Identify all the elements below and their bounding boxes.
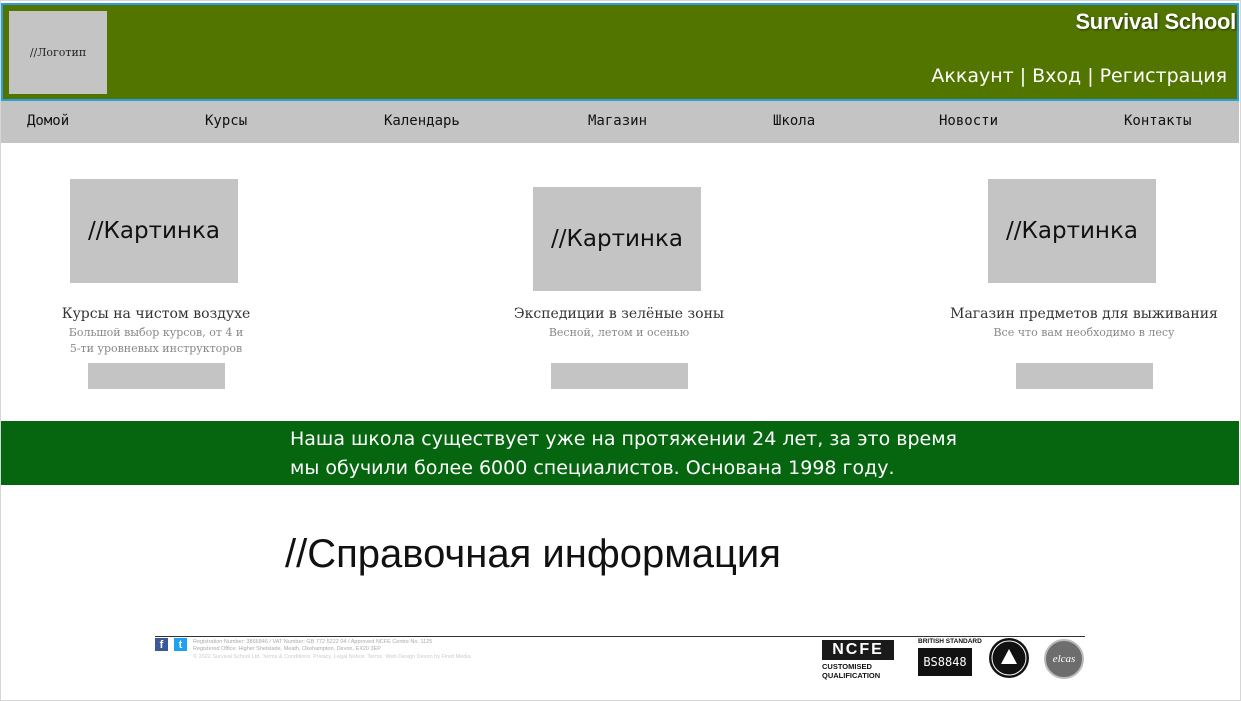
card-button-expeditions[interactable] bbox=[551, 363, 688, 389]
auth-separator: | bbox=[1019, 65, 1027, 87]
nav-item-courses[interactable]: Курсы bbox=[205, 113, 247, 129]
card-title-shop: Магазин предметов для выживания bbox=[950, 306, 1218, 322]
nav-item-shop[interactable]: Магазин bbox=[588, 113, 647, 129]
card-title-expeditions: Экспедиции в зелёные зоны bbox=[513, 306, 725, 322]
card-subtitle-line: Большой выбор курсов, от 4 и bbox=[68, 326, 244, 339]
bsi-caption: BRITISH STANDARD bbox=[918, 638, 982, 645]
bsi-logo: BRITISH STANDARD BS8848 bbox=[918, 638, 982, 676]
card-button-shop[interactable] bbox=[1016, 363, 1153, 389]
register-link[interactable]: Регистрация bbox=[1100, 65, 1227, 87]
elcas-label: elcas bbox=[1052, 653, 1076, 665]
card-subtitle-line: Все что вам необходимо в лесу bbox=[993, 326, 1175, 339]
main-nav: Домой Курсы Календарь Магазин Школа Ново… bbox=[1, 101, 1239, 143]
footer-address-text: Registered Office: Higher Shelstade, Mea… bbox=[193, 646, 381, 652]
footer-divider bbox=[155, 636, 1085, 637]
footer-copyright-text: © 2022 Survival School Ltd. Terms & Cond… bbox=[193, 654, 471, 660]
banner-line: мы обучили более 6000 специалистов. Осно… bbox=[290, 457, 895, 479]
bsi-code: BS8848 bbox=[918, 648, 972, 676]
banner-line: Наша школа существует уже на протяжении … bbox=[290, 428, 957, 450]
nav-item-school[interactable]: Школа bbox=[773, 113, 815, 129]
card-subtitle-line: 5-ти уровневых инструкторов bbox=[69, 342, 243, 355]
ncfe-caption: QUALIFICATION bbox=[822, 671, 881, 680]
nav-item-contacts[interactable]: Контакты bbox=[1124, 113, 1191, 129]
twitter-icon[interactable]: t bbox=[174, 638, 187, 651]
about-banner: Наша школа существует уже на протяжении … bbox=[1, 421, 1239, 485]
card-subtitle-shop: Все что вам необходимо в лесу bbox=[924, 325, 1241, 341]
facebook-icon[interactable]: f bbox=[155, 638, 168, 651]
nav-item-news[interactable]: Новости bbox=[939, 113, 998, 129]
card-subtitle-courses: Большой выбор курсов, от 4 и 5-ти уровне… bbox=[0, 325, 316, 357]
buy-with-confidence-mark bbox=[991, 640, 1027, 676]
image-placeholder-label: //Картинка bbox=[1006, 218, 1138, 244]
card-image-expeditions[interactable]: //Картинка bbox=[533, 187, 701, 291]
nav-item-home[interactable]: Домой bbox=[27, 113, 69, 129]
logo-placeholder[interactable]: //Логотип bbox=[9, 11, 107, 94]
image-placeholder-label: //Картинка bbox=[551, 226, 683, 252]
brand-name: Survival School bbox=[1075, 9, 1236, 34]
card-image-courses[interactable]: //Картинка bbox=[70, 179, 238, 283]
auth-links: Аккаунт | Вход | Регистрация bbox=[931, 65, 1227, 87]
image-placeholder-label: //Картинка bbox=[88, 218, 220, 244]
footer-registration-text: Registration Number: 3866846 / VAT Numbe… bbox=[193, 639, 433, 645]
card-subtitle-line: Весной, летом и осенью bbox=[548, 326, 690, 339]
card-title-courses: Курсы на чистом воздухе bbox=[61, 306, 251, 322]
reference-info-heading: //Справочная информация bbox=[285, 532, 781, 576]
elcas-badge-icon: elcas bbox=[1044, 639, 1084, 679]
ncfe-caption: CUSTOMISED bbox=[822, 662, 872, 671]
card-subtitle-expeditions: Весной, летом и осенью bbox=[459, 325, 779, 341]
login-link[interactable]: Вход bbox=[1032, 65, 1081, 87]
site-header: //Логотип Survival School Аккаунт | Вход… bbox=[1, 3, 1239, 101]
nav-item-calendar[interactable]: Календарь bbox=[384, 113, 460, 129]
auth-separator: | bbox=[1087, 65, 1094, 87]
buy-with-confidence-badge-icon bbox=[989, 638, 1029, 678]
banner-text: Наша школа существует уже на протяжении … bbox=[290, 425, 970, 483]
account-link[interactable]: Аккаунт bbox=[931, 65, 1013, 87]
card-button-courses[interactable] bbox=[88, 363, 225, 389]
ncfe-logo-mark: NCFE bbox=[822, 640, 894, 660]
ncfe-logo: NCFE CUSTOMISED QUALIFICATION bbox=[822, 640, 902, 680]
card-image-shop[interactable]: //Картинка bbox=[988, 179, 1156, 283]
logo-label: //Логотип bbox=[29, 46, 87, 59]
